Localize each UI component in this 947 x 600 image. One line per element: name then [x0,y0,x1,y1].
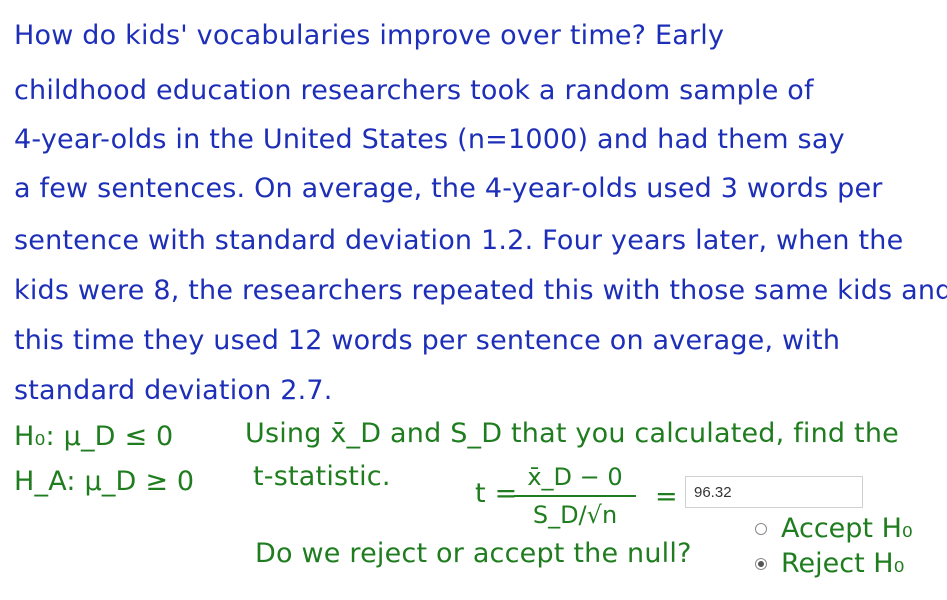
problem-line: kids were 8, the researchers repeated th… [14,275,947,306]
accept-radio[interactable] [755,522,767,535]
null-question: Do we reject or accept the null? [255,538,692,569]
problem-line: sentence with standard deviation 1.2. Fo… [14,225,904,256]
reject-radio[interactable] [755,557,767,570]
problem-line: standard deviation 2.7. [14,375,333,406]
problem-line: childhood education researchers took a r… [14,75,814,106]
problem-line: 4-year-olds in the United States (n=1000… [14,124,845,155]
fraction-numerator: x̄_D − 0 [527,463,623,491]
fraction-denominator: S_D/√n [532,501,618,529]
problem-line: a few sentences. On average, the 4-year-… [14,173,883,204]
reject-label: Reject H₀ [781,548,905,579]
null-hypothesis: H₀: μ_D ≤ 0 [14,421,174,452]
accept-null-option[interactable]: Accept H₀ [755,513,913,544]
accept-label: Accept H₀ [781,513,913,544]
instruction-line: t-statistic. [253,461,391,492]
reject-null-option[interactable]: Reject H₀ [755,548,904,579]
t-statistic-input[interactable]: 96.32 [685,476,863,508]
alternative-hypothesis: H_A: μ_D ≥ 0 [14,466,195,497]
instruction-line: Using x̄_D and S_D that you calculated, … [245,418,899,449]
problem-line: this time they used 12 words per sentenc… [14,325,841,356]
equals-sign: = [655,481,678,512]
problem-line: How do kids' vocabularies improve over t… [14,20,725,51]
fraction-bar [514,495,636,497]
t-statistic-fraction: x̄_D − 0 S_D/√n [510,463,640,529]
